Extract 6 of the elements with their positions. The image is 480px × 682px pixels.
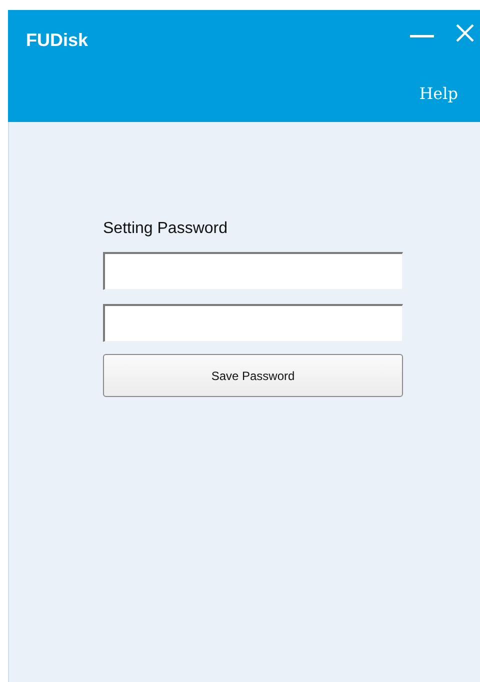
window-title: FUDisk [26, 30, 88, 52]
password-field[interactable] [103, 304, 403, 342]
form-heading: Setting Password [103, 220, 229, 238]
save-password-button[interactable]: Save Password [103, 354, 403, 397]
close-icon[interactable] [456, 24, 474, 42]
password-field[interactable] [103, 252, 403, 290]
